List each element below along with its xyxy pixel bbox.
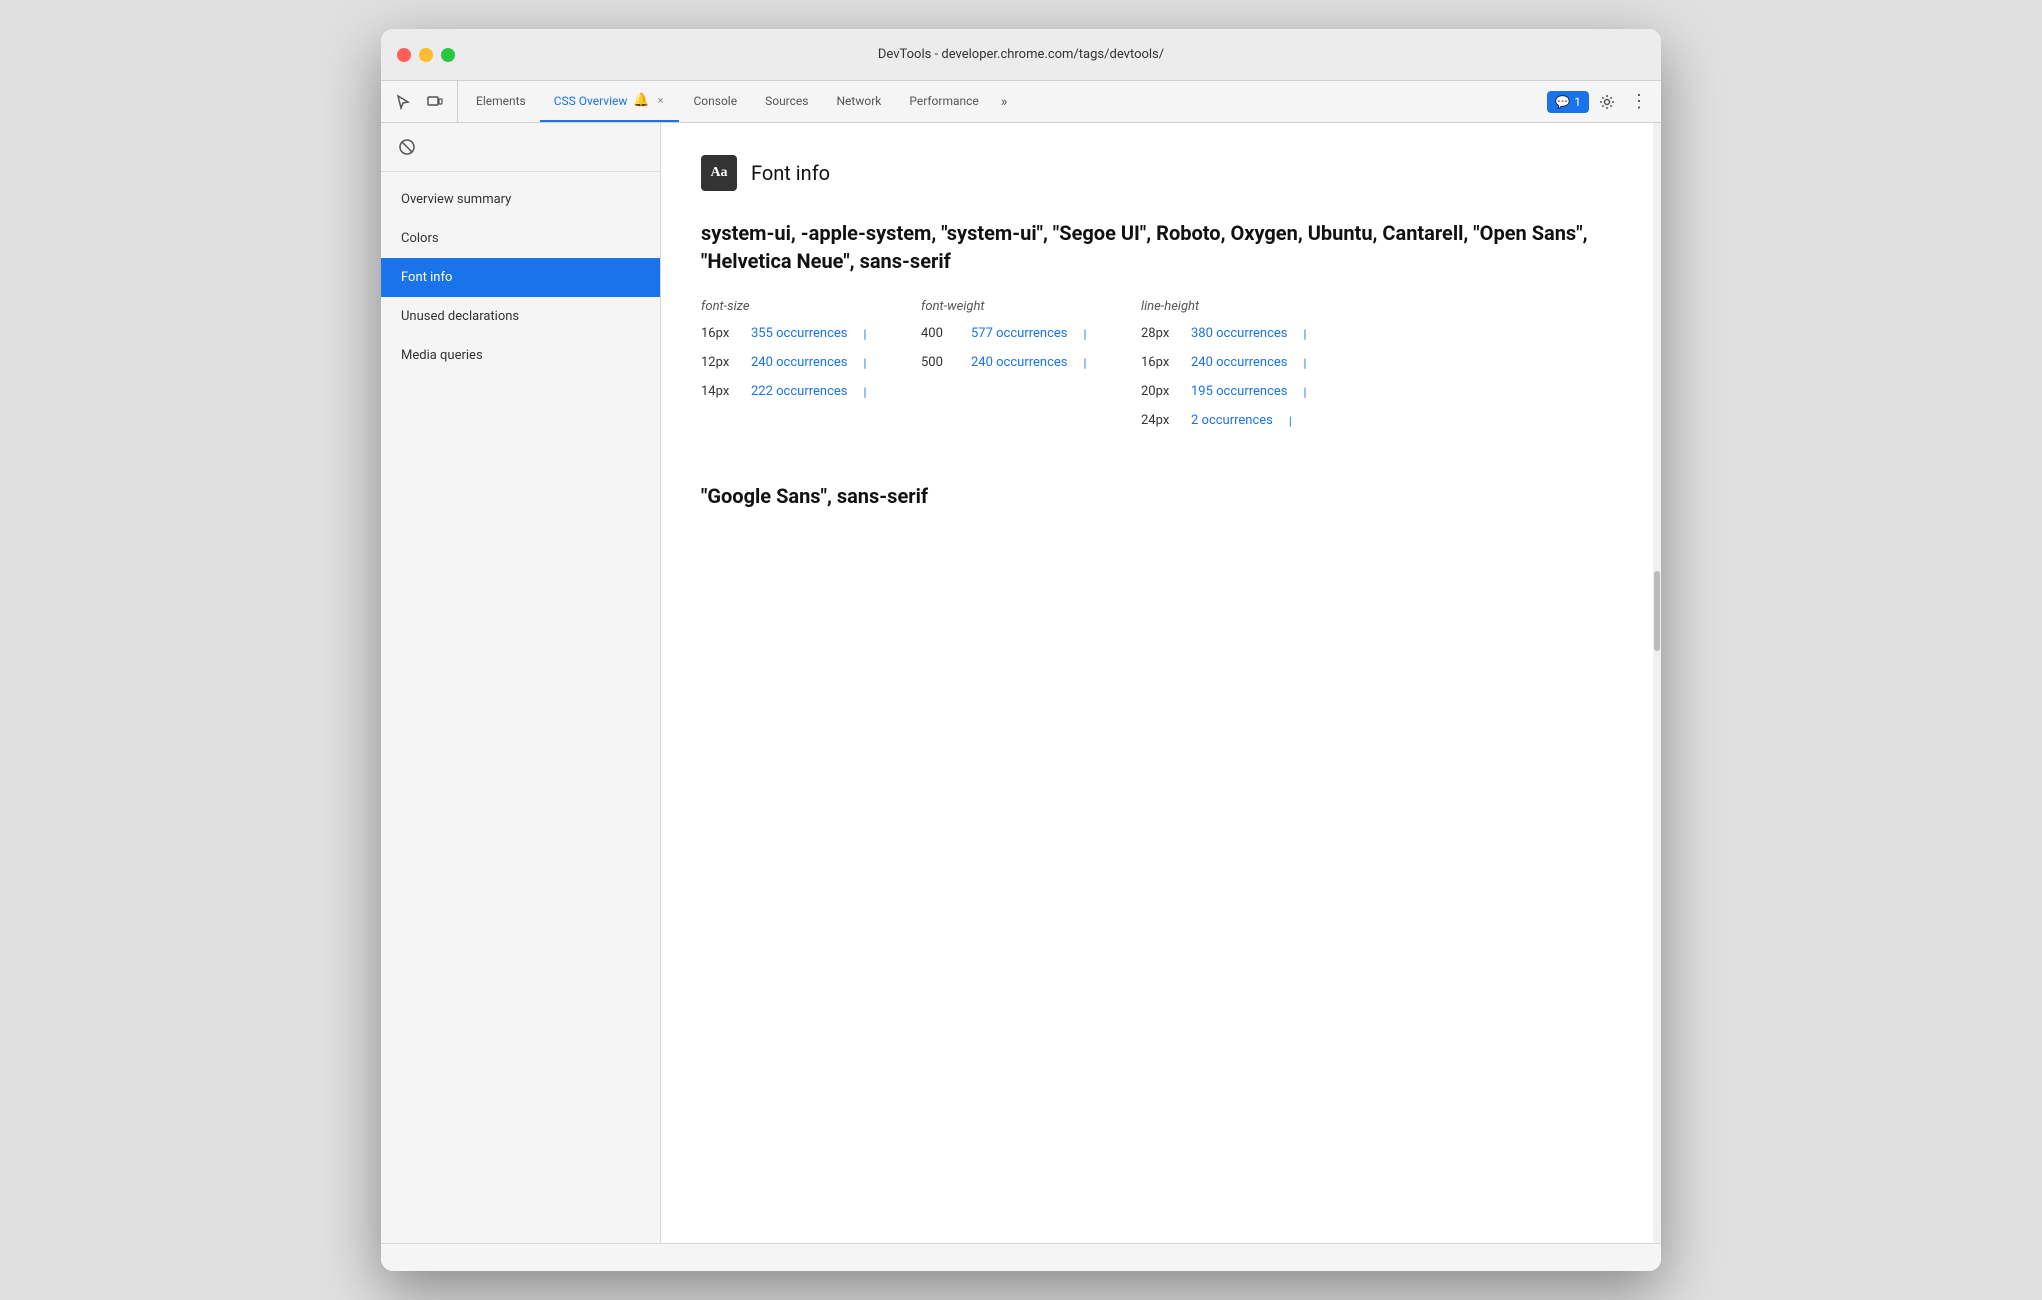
sidebar-item-overview-summary[interactable]: Overview summary bbox=[381, 180, 660, 219]
tab-elements[interactable]: Elements bbox=[462, 81, 540, 122]
pipe-lh-3: | bbox=[1289, 414, 1292, 428]
chat-icon: 💬 bbox=[1555, 95, 1570, 109]
section-title: Font info bbox=[751, 161, 830, 185]
tab-bar: Elements CSS Overview 🔔 × Console Source… bbox=[381, 81, 1661, 123]
line-height-row-2: 20px 195 occurrences | bbox=[1141, 384, 1361, 399]
more-tabs-button[interactable]: » bbox=[993, 81, 1016, 122]
pipe-lh-2: | bbox=[1304, 385, 1307, 399]
maximize-button[interactable] bbox=[441, 48, 455, 62]
minimize-button[interactable] bbox=[419, 48, 433, 62]
cursor-icon[interactable] bbox=[389, 88, 417, 116]
font-weight-row-0: 400 577 occurrences | bbox=[921, 326, 1141, 341]
tab-close-button[interactable]: × bbox=[656, 92, 666, 109]
tab-network[interactable]: Network bbox=[822, 81, 895, 122]
font-weight-occurrence-0[interactable]: 577 occurrences bbox=[971, 326, 1068, 341]
traffic-lights bbox=[397, 48, 455, 62]
more-options-icon[interactable]: ⋮ bbox=[1625, 88, 1653, 116]
device-toolbar-icon[interactable] bbox=[421, 88, 449, 116]
font-size-row-2: 14px 222 occurrences | bbox=[701, 384, 921, 399]
line-height-column: line-height 28px 380 occurrences | 16px … bbox=[1141, 299, 1361, 442]
font-section-google-sans: "Google Sans", sans-serif bbox=[701, 482, 1621, 510]
line-height-header: line-height bbox=[1141, 299, 1361, 314]
close-button[interactable] bbox=[397, 48, 411, 62]
main-area: Overview summary Colors Font info Unused… bbox=[381, 123, 1661, 1243]
sidebar-item-unused-declarations[interactable]: Unused declarations bbox=[381, 297, 660, 336]
line-height-occurrence-1[interactable]: 240 occurrences bbox=[1191, 355, 1288, 370]
window-title: DevTools - developer.chrome.com/tags/dev… bbox=[878, 47, 1164, 62]
pipe-lh-1: | bbox=[1304, 356, 1307, 370]
font-info-icon: Aa bbox=[701, 155, 737, 191]
font-size-occurrence-0[interactable]: 355 occurrences bbox=[751, 326, 848, 341]
sidebar-nav: Overview summary Colors Font info Unused… bbox=[381, 172, 660, 1243]
font-weight-column: font-weight 400 577 occurrences | 500 24… bbox=[921, 299, 1141, 442]
title-bar: DevTools - developer.chrome.com/tags/dev… bbox=[381, 29, 1661, 81]
sidebar-item-font-info[interactable]: Font info bbox=[381, 258, 660, 297]
font-size-header: font-size bbox=[701, 299, 921, 314]
pipe-lh-0: | bbox=[1304, 327, 1307, 341]
scrollbar[interactable] bbox=[1653, 123, 1661, 1243]
pipe-weight-1: | bbox=[1084, 356, 1087, 370]
line-height-occurrence-2[interactable]: 195 occurrences bbox=[1191, 384, 1288, 399]
font-size-occurrence-2[interactable]: 222 occurrences bbox=[751, 384, 848, 399]
tabs-container: Elements CSS Overview 🔔 × Console Source… bbox=[462, 81, 1547, 122]
pipe-icon-2: | bbox=[864, 385, 867, 399]
toolbar-left bbox=[389, 81, 458, 122]
line-height-row-3: 24px 2 occurrences | bbox=[1141, 413, 1361, 428]
pipe-icon-0: | bbox=[864, 327, 867, 341]
font-family-name: system-ui, -apple-system, "system-ui", "… bbox=[701, 219, 1621, 275]
font-weight-header: font-weight bbox=[921, 299, 1141, 314]
tab-console[interactable]: Console bbox=[679, 81, 751, 122]
content-area: Aa Font info system-ui, -apple-system, "… bbox=[661, 123, 1661, 1243]
devtools-window: DevTools - developer.chrome.com/tags/dev… bbox=[381, 29, 1661, 1271]
font-size-column: font-size 16px 355 occurrences | 12px 24… bbox=[701, 299, 921, 442]
line-height-occurrence-0[interactable]: 380 occurrences bbox=[1191, 326, 1288, 341]
sidebar-item-colors[interactable]: Colors bbox=[381, 219, 660, 258]
settings-icon[interactable] bbox=[1593, 88, 1621, 116]
notification-button[interactable]: 💬 1 bbox=[1547, 91, 1589, 113]
font-section-system-ui: system-ui, -apple-system, "system-ui", "… bbox=[701, 219, 1621, 442]
font-size-row-0: 16px 355 occurrences | bbox=[701, 326, 921, 341]
scrollbar-thumb[interactable] bbox=[1654, 571, 1660, 651]
tab-sources[interactable]: Sources bbox=[751, 81, 822, 122]
toolbar-right: 💬 1 ⋮ bbox=[1547, 81, 1653, 122]
font-size-occurrence-1[interactable]: 240 occurrences bbox=[751, 355, 848, 370]
tab-performance[interactable]: Performance bbox=[895, 81, 992, 122]
google-sans-family-name: "Google Sans", sans-serif bbox=[701, 482, 1621, 510]
font-weight-row-1: 500 240 occurrences | bbox=[921, 355, 1141, 370]
line-height-occurrence-3[interactable]: 2 occurrences bbox=[1191, 413, 1273, 428]
tab-warning-icon: 🔔 bbox=[633, 93, 649, 108]
ban-icon[interactable] bbox=[393, 133, 421, 161]
font-size-row-1: 12px 240 occurrences | bbox=[701, 355, 921, 370]
section-header: Aa Font info bbox=[701, 155, 1621, 191]
sidebar-item-media-queries[interactable]: Media queries bbox=[381, 336, 660, 375]
tab-css-overview[interactable]: CSS Overview 🔔 × bbox=[540, 81, 680, 122]
sidebar-toolbar bbox=[381, 123, 660, 172]
pipe-icon-1: | bbox=[864, 356, 867, 370]
font-weight-occurrence-1[interactable]: 240 occurrences bbox=[971, 355, 1068, 370]
font-columns: font-size 16px 355 occurrences | 12px 24… bbox=[701, 299, 1621, 442]
sidebar: Overview summary Colors Font info Unused… bbox=[381, 123, 661, 1243]
line-height-row-1: 16px 240 occurrences | bbox=[1141, 355, 1361, 370]
pipe-weight-0: | bbox=[1084, 327, 1087, 341]
line-height-row-0: 28px 380 occurrences | bbox=[1141, 326, 1361, 341]
bottom-bar bbox=[381, 1243, 1661, 1271]
